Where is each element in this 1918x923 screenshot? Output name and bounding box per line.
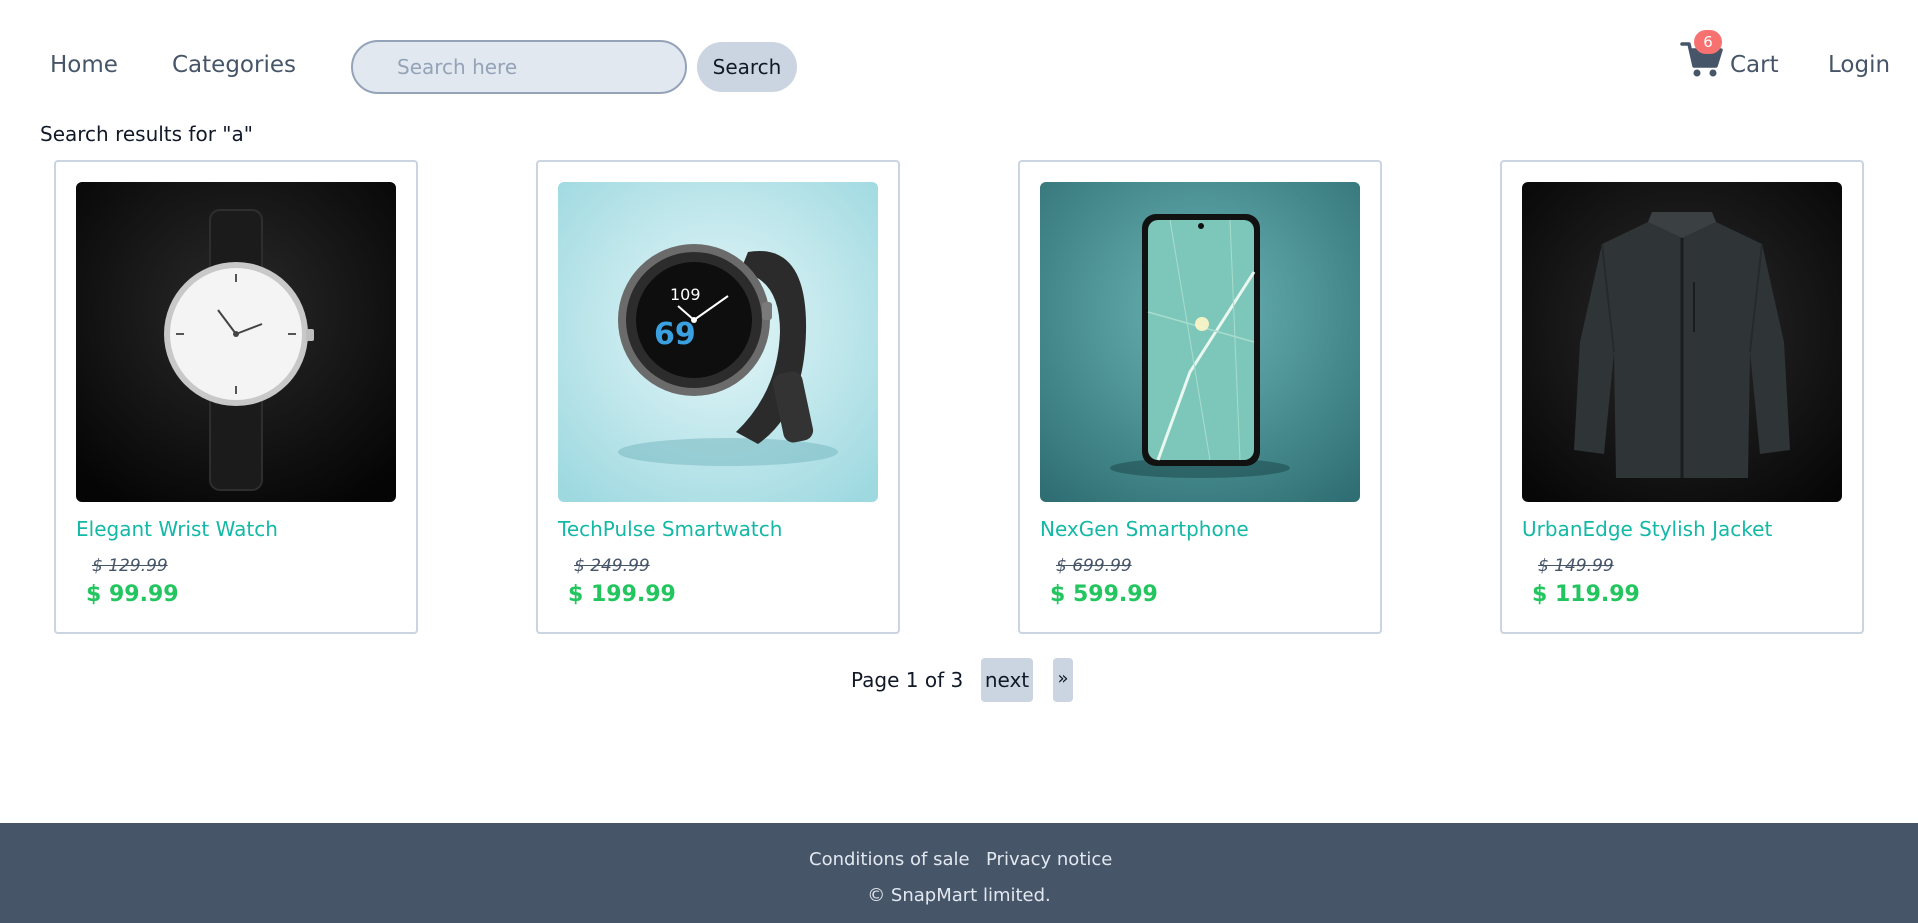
product-name[interactable]: TechPulse Smartwatch [558,517,782,541]
product-price: $ 99.99 [86,582,179,607]
login-link[interactable]: Login [1828,52,1890,78]
wristwatch-image [76,182,396,502]
product-price: $ 199.99 [568,582,676,607]
product-name[interactable]: UrbanEdge Stylish Jacket [1522,517,1772,541]
copyright-text: © SnapMart limited. [867,885,1051,906]
jacket-image [1522,182,1842,502]
conditions-of-sale-link[interactable]: Conditions of sale [809,849,970,870]
product-image[interactable]: 109 69 [558,182,878,502]
search-results-title: Search results for "a" [40,122,253,146]
search-button[interactable]: Search [697,42,797,92]
product-old-price: $ 249.99 [574,556,650,576]
nav-home-link[interactable]: Home [50,52,118,78]
pagination: Page 1 of 3 next » [0,656,1918,704]
next-page-button[interactable]: next [981,658,1033,702]
product-name[interactable]: Elegant Wrist Watch [76,517,278,541]
page-info: Page 1 of 3 [851,668,964,692]
product-card[interactable]: Elegant Wrist Watch $ 129.99 $ 99.99 [54,160,418,634]
product-name[interactable]: NexGen Smartphone [1040,517,1249,541]
smartphone-image [1040,182,1360,502]
cart-label: Cart [1730,52,1779,78]
product-old-price: $ 699.99 [1056,556,1132,576]
last-page-button[interactable]: » [1053,658,1073,702]
header: Home Categories Search 6 Cart Login [0,0,1918,132]
privacy-notice-link[interactable]: Privacy notice [986,849,1112,870]
product-old-price: $ 129.99 [92,556,168,576]
search-input[interactable] [351,40,687,94]
product-image[interactable] [1522,182,1842,502]
cart-link[interactable]: 6 Cart [1680,30,1810,86]
footer: Conditions of sale Privacy notice © Snap… [0,823,1918,923]
smartwatch-image: 109 69 [558,182,878,502]
product-image[interactable] [76,182,396,502]
product-image[interactable] [1040,182,1360,502]
product-old-price: $ 149.99 [1538,556,1614,576]
product-card[interactable]: UrbanEdge Stylish Jacket $ 149.99 $ 119.… [1500,160,1864,634]
svg-text:69: 69 [654,317,696,352]
nav-categories-link[interactable]: Categories [172,52,296,78]
product-price: $ 119.99 [1532,582,1640,607]
product-card[interactable]: NexGen Smartphone $ 699.99 $ 599.99 [1018,160,1382,634]
svg-text:109: 109 [670,285,701,304]
cart-count-badge: 6 [1694,30,1722,54]
product-price: $ 599.99 [1050,582,1158,607]
product-card[interactable]: 109 69 TechPulse Smartwatch $ 249.99 $ 1… [536,160,900,634]
